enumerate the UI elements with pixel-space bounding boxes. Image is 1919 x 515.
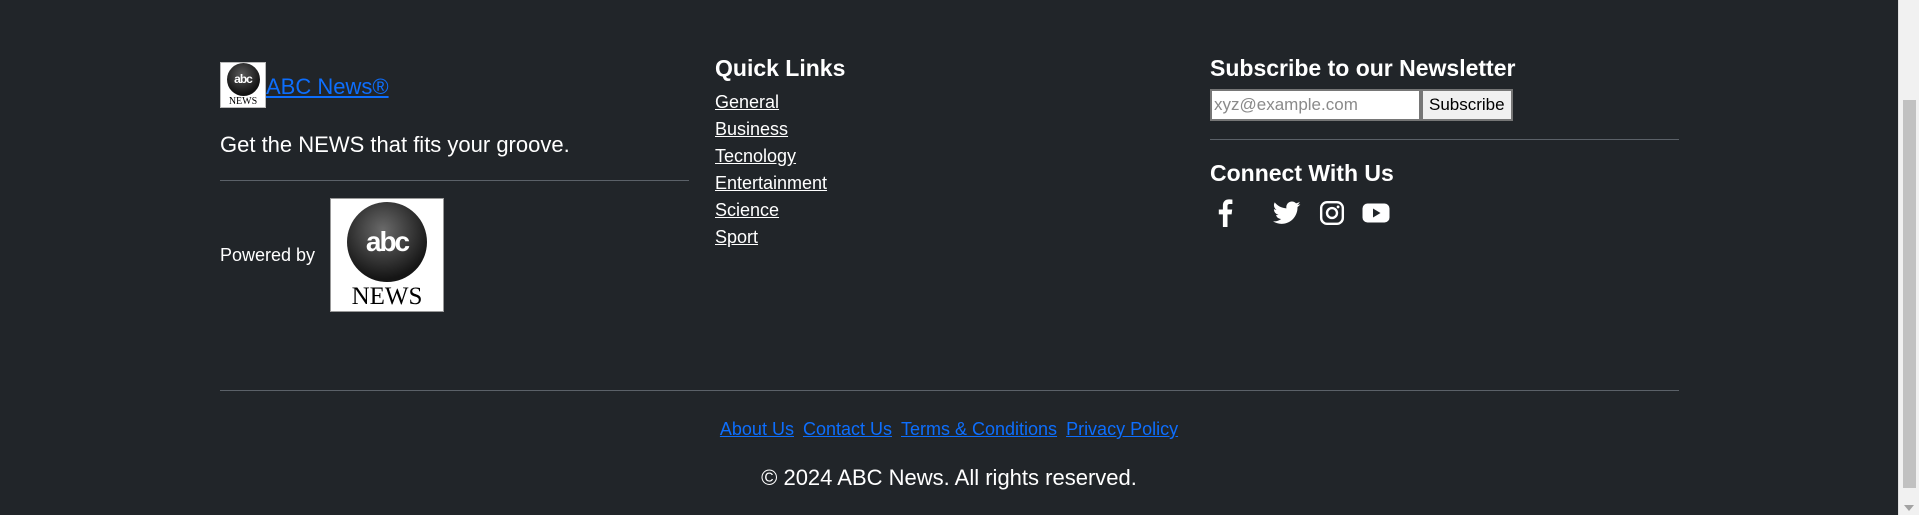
newsletter-email-input[interactable] — [1210, 89, 1421, 121]
powered-by-label: Powered by — [220, 244, 316, 265]
brand-column: abc NEWS ABC News® Get the NEWS that fit… — [220, 61, 689, 312]
scrollbar-thumb[interactable] — [1903, 100, 1916, 488]
subscribe-button[interactable]: Subscribe — [1421, 89, 1513, 121]
footer-link-privacy[interactable]: Privacy Policy — [1066, 419, 1178, 440]
youtube-icon[interactable] — [1361, 198, 1391, 228]
quick-links-column: Quick Links General Business Tecnology E… — [715, 53, 1015, 251]
copyright-text: © 2024 ABC News. All rights reserved. — [761, 465, 1137, 490]
abc-logo-word: NEWS — [228, 95, 258, 107]
newsletter-title: Subscribe to our Newsletter — [1210, 55, 1516, 81]
abc-news-logo-large: abc NEWS — [330, 198, 444, 312]
footer-page: abc NEWS ABC News® Get the NEWS that fit… — [0, 0, 1919, 515]
newsletter-column: Subscribe to our Newsletter Subscribe Co… — [1210, 53, 1679, 228]
newsletter-form: Subscribe — [1210, 89, 1679, 121]
twitter-icon[interactable] — [1272, 198, 1302, 228]
quick-link-technology[interactable]: Tecnology — [715, 143, 1015, 170]
connect-title: Connect With Us — [1210, 160, 1394, 186]
abc-logo-disc: abc — [226, 62, 260, 96]
brand-link[interactable]: ABC News® — [266, 74, 389, 100]
quick-link-science[interactable]: Science — [715, 197, 1015, 224]
footer-link-terms[interactable]: Terms & Conditions — [901, 419, 1057, 440]
quick-link-general[interactable]: General — [715, 89, 1015, 116]
abc-logo-disc-large: abc — [347, 201, 427, 282]
footer-link-contact[interactable]: Contact Us — [803, 419, 892, 440]
instagram-icon[interactable] — [1317, 198, 1347, 228]
footer-link-about[interactable]: About Us — [720, 419, 794, 440]
social-icons-row — [1210, 198, 1679, 228]
quick-links-list: General Business Tecnology Entertainment… — [715, 89, 1015, 251]
bottom-divider — [220, 390, 1679, 391]
facebook-icon[interactable] — [1210, 198, 1240, 228]
scroll-down-arrow-icon[interactable] — [1904, 505, 1914, 511]
abc-logo-word-large: NEWS — [351, 282, 423, 310]
quick-link-business[interactable]: Business — [715, 116, 1015, 143]
abc-news-logo-small: abc NEWS — [220, 61, 266, 108]
quick-links-title: Quick Links — [715, 55, 846, 81]
powered-by-row: Powered by abc NEWS — [220, 198, 689, 312]
quick-link-entertainment[interactable]: Entertainment — [715, 170, 1015, 197]
quick-link-sport[interactable]: Sport — [715, 224, 1015, 251]
brand-row: abc NEWS ABC News® — [220, 61, 689, 108]
vertical-scrollbar[interactable] — [1898, 0, 1919, 515]
brand-divider — [220, 180, 689, 181]
footer-links: About Us Contact Us Terms & Conditions P… — [0, 419, 1898, 440]
brand-tagline: Get the NEWS that fits your groove. — [220, 132, 570, 157]
newsletter-divider — [1210, 139, 1679, 140]
